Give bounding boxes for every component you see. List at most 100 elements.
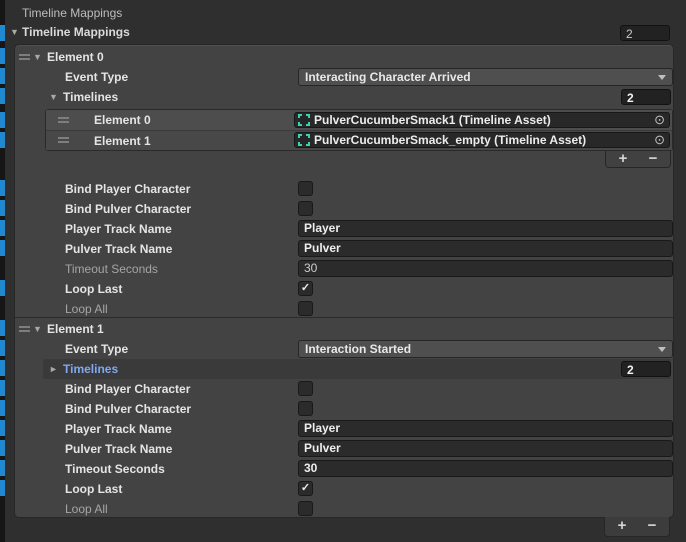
element0-bind-player-row: Bind Player Character <box>15 179 671 199</box>
timelines-label-selected: Timelines <box>63 359 118 379</box>
element1-player-track-row: Player Track Name Player <box>15 419 671 439</box>
timelines-size-field[interactable]: 2 <box>621 361 671 377</box>
loop-last-checkbox[interactable]: ✓ <box>298 481 313 496</box>
bind-player-checkbox[interactable] <box>298 181 313 196</box>
foldout-open-icon[interactable]: ▼ <box>10 22 19 42</box>
remove-timeline-button[interactable]: − <box>642 151 664 167</box>
element0-event-type-row: Event Type Interacting Character Arrived <box>15 67 671 87</box>
prefab-override-bar <box>0 340 5 356</box>
foldout-open-icon[interactable]: ▼ <box>33 319 42 339</box>
element0-pulver-track-row: Pulver Track Name Pulver <box>15 239 671 259</box>
timeline-asset-icon <box>298 134 310 146</box>
loop-last-checkbox[interactable]: ✓ <box>298 281 313 296</box>
prefab-override-bar <box>0 320 5 336</box>
prefab-override-bar <box>0 440 5 456</box>
element0-player-track-row: Player Track Name Player <box>15 219 671 239</box>
player-track-label: Player Track Name <box>65 219 172 239</box>
property-label: Timeline Mappings <box>22 5 122 21</box>
prefab-override-bar <box>0 180 5 196</box>
bind-player-label: Bind Player Character <box>65 179 190 199</box>
event-type-value: Interacting Character Arrived <box>305 69 471 85</box>
object-picker-icon[interactable]: ⊙ <box>654 113 665 127</box>
unity-inspector-timeline-mappings: Timeline Mappings ▼ Timeline Mappings 2 … <box>0 0 686 542</box>
bind-pulver-checkbox[interactable] <box>298 401 313 416</box>
drag-handle-icon[interactable] <box>58 137 69 143</box>
object-field-value: PulverCucumberSmack1 (Timeline Asset) <box>314 113 551 127</box>
element0-loop-all-row: Loop All <box>15 299 671 319</box>
prefab-override-bar <box>0 220 5 236</box>
player-track-input[interactable]: Player <box>298 420 673 437</box>
prefab-override-bar <box>0 112 5 128</box>
element1-title: Element 1 <box>47 319 104 339</box>
timeline-item-label: Element 0 <box>94 110 151 130</box>
foldout-open-icon[interactable]: ▼ <box>49 87 58 107</box>
add-element-button[interactable]: + <box>611 517 633 535</box>
timeline-mappings-body: ▼ Element 0 Event Type Interacting Chara… <box>14 44 674 518</box>
bind-player-label: Bind Player Character <box>65 379 190 399</box>
prefab-override-bar <box>0 420 5 436</box>
element-divider <box>15 317 673 318</box>
bind-pulver-checkbox[interactable] <box>298 201 313 216</box>
timelines-size-field[interactable]: 2 <box>621 89 671 105</box>
element0-timeout-row: Timeout Seconds 30 <box>15 259 671 279</box>
foldout-closed-icon[interactable]: ► <box>49 359 58 379</box>
bind-player-checkbox[interactable] <box>298 381 313 396</box>
timeline-asset-field[interactable]: PulverCucumberSmack1 (Timeline Asset) ⊙ <box>294 112 670 128</box>
loop-last-label: Loop Last <box>65 279 122 299</box>
element0-loop-last-row: Loop Last ✓ <box>15 279 671 299</box>
prefab-override-bar <box>0 380 5 396</box>
timeout-input[interactable]: 30 <box>298 460 673 477</box>
list-footer: + − <box>604 517 670 537</box>
prefab-override-bar <box>0 25 5 41</box>
timelines-label: Timelines <box>63 87 118 107</box>
loop-all-label: Loop All <box>65 499 108 519</box>
dropdown-arrow-icon <box>658 347 666 352</box>
dropdown-arrow-icon <box>658 75 666 80</box>
timeout-input[interactable]: 30 <box>298 260 673 277</box>
timeline-asset-icon <box>298 114 310 126</box>
remove-element-button[interactable]: − <box>641 517 663 535</box>
timelines-list: Element 0 PulverCucumberSmack1 (Timeline… <box>45 109 673 151</box>
prefab-override-bar <box>0 240 5 256</box>
timeline-mappings-header-row[interactable]: ▼ Timeline Mappings <box>8 22 686 42</box>
list-title: Timeline Mappings <box>22 22 130 42</box>
prefab-override-bar <box>0 200 5 216</box>
event-type-label: Event Type <box>65 67 128 87</box>
element0-header-row[interactable]: ▼ Element 0 <box>15 47 671 67</box>
drag-handle-icon[interactable] <box>19 326 30 332</box>
element1-header-row[interactable]: ▼ Element 1 <box>15 319 671 339</box>
prefab-override-bar <box>0 480 5 496</box>
element0-title: Element 0 <box>47 47 104 67</box>
event-type-dropdown[interactable]: Interacting Character Arrived <box>298 68 673 86</box>
element1-loop-all-row: Loop All <box>15 499 671 519</box>
pulver-track-label: Pulver Track Name <box>65 439 172 459</box>
timeline-asset-field[interactable]: PulverCucumberSmack_empty (Timeline Asse… <box>294 132 670 148</box>
player-track-input[interactable]: Player <box>298 220 673 237</box>
loop-last-label: Loop Last <box>65 479 122 499</box>
timeout-label: Timeout Seconds <box>65 259 158 279</box>
prefab-override-bar <box>0 48 5 64</box>
drag-handle-icon[interactable] <box>19 54 30 60</box>
loop-all-label: Loop All <box>65 299 108 319</box>
element0-timelines-header-row[interactable]: ▼ Timelines 2 <box>15 87 671 107</box>
timeout-label: Timeout Seconds <box>65 459 165 479</box>
list-size-field[interactable]: 2 <box>620 25 670 41</box>
prefab-override-bar <box>0 400 5 416</box>
timeline-list-item[interactable]: Element 0 PulverCucumberSmack1 (Timeline… <box>46 110 672 130</box>
object-picker-icon[interactable]: ⊙ <box>654 133 665 147</box>
prefab-override-bar <box>0 88 5 104</box>
prefab-override-bar <box>0 280 5 296</box>
timeline-item-label: Element 1 <box>94 131 151 151</box>
element1-timelines-header-row[interactable]: ► Timelines 2 <box>15 359 671 379</box>
foldout-open-icon[interactable]: ▼ <box>33 47 42 67</box>
pulver-track-input[interactable]: Pulver <box>298 240 673 257</box>
pulver-track-input[interactable]: Pulver <box>298 440 673 457</box>
element0-bind-pulver-row: Bind Pulver Character <box>15 199 671 219</box>
drag-handle-icon[interactable] <box>58 117 69 123</box>
event-type-dropdown[interactable]: Interaction Started <box>298 340 673 358</box>
loop-all-checkbox[interactable] <box>298 301 313 316</box>
add-timeline-button[interactable]: + <box>612 151 634 167</box>
timeline-list-item[interactable]: Element 1 PulverCucumberSmack_empty (Tim… <box>46 130 672 150</box>
loop-all-checkbox[interactable] <box>298 501 313 516</box>
element1-bind-player-row: Bind Player Character <box>15 379 671 399</box>
